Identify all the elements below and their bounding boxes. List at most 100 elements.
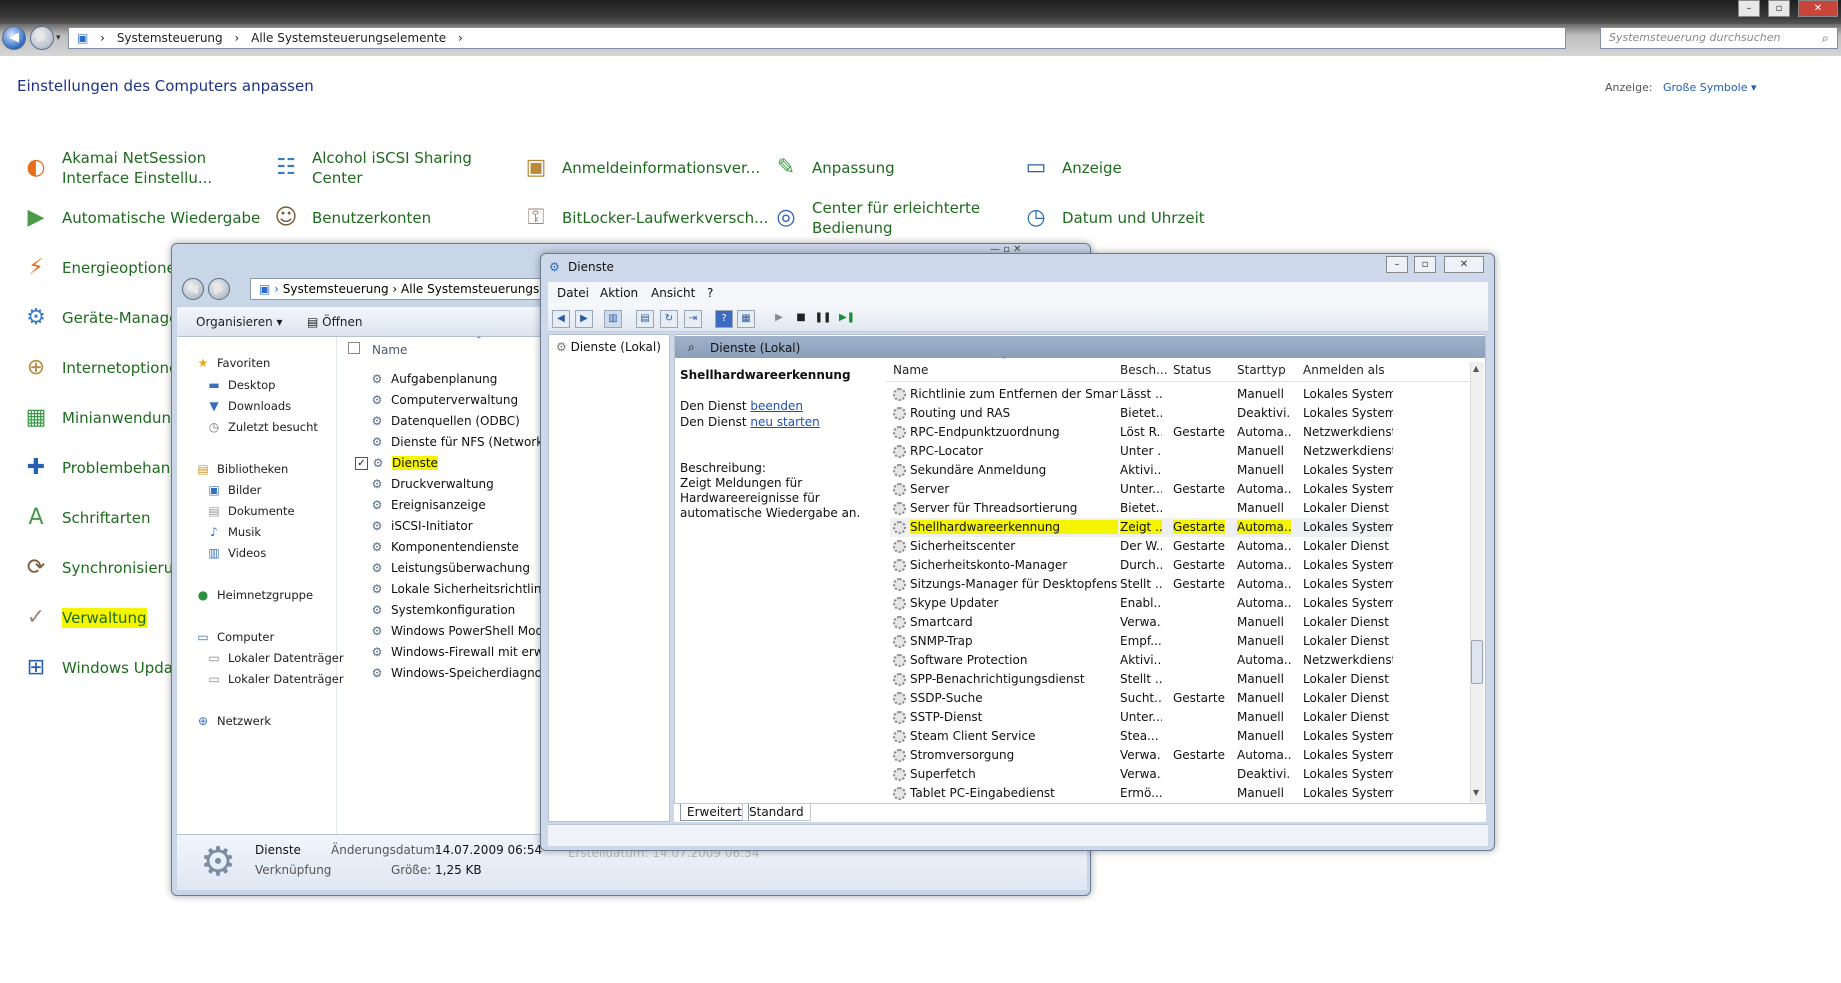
explorer-forward-button[interactable]: ▶: [208, 278, 230, 300]
service-row[interactable]: RPC-Locator Unter ... Manuell Netzwerkdiens…: [890, 442, 1393, 461]
cp-item-datum[interactable]: ◷ Datum und Uhrzeit: [1020, 196, 1204, 240]
service-row[interactable]: Skype Updater Enabl... Automa... Lokales Sy…: [890, 594, 1393, 613]
forward-button[interactable]: ▶: [30, 26, 54, 50]
restart-icon[interactable]: ▶❚: [838, 310, 856, 328]
export-icon[interactable]: ⇥: [684, 310, 702, 328]
file-item[interactable]: ⚙ Systemkonfiguration: [370, 603, 516, 617]
cp-item-alcohol[interactable]: ☷ Alcohol iSCSI Sharing Center: [270, 146, 472, 190]
close-button[interactable]: ✕: [1798, 0, 1838, 17]
restart-service-link[interactable]: neu starten: [750, 415, 819, 429]
file-item[interactable]: ⚙ Datenquellen (ODBC): [370, 414, 520, 428]
services-minimize-button[interactable]: –: [1386, 256, 1408, 273]
cp-item-center[interactable]: ◎ Center für erleichterte Bedienung: [770, 196, 980, 240]
file-item[interactable]: ✓ ⚙ Dienste: [355, 456, 438, 470]
tree-favorites[interactable]: ★ Favoriten: [196, 356, 271, 370]
breadcrumb-alle-elemente[interactable]: Alle Systemsteuerungselemente: [251, 28, 446, 48]
file-item[interactable]: ⚙ iSCSI-Initiator: [370, 519, 473, 533]
cp-item-geräte-manager[interactable]: ⚙ Geräte-Manager: [20, 296, 184, 340]
tab-standard[interactable]: Standard: [742, 804, 811, 821]
recent-pages-icon[interactable]: ▾: [56, 33, 61, 43]
tree-music[interactable]: ♪ Musik: [207, 525, 261, 539]
file-item[interactable]: ⚙ Komponentendienste: [370, 540, 519, 554]
explorer-back-button[interactable]: ◀: [182, 278, 204, 300]
column-starttype[interactable]: Starttyp: [1237, 363, 1286, 377]
cp-item-anpassung[interactable]: ✎ Anpassung: [770, 146, 895, 190]
cp-item-windows[interactable]: ⊞ Windows Update: [20, 646, 188, 690]
service-row[interactable]: Routing und RAS Bietet... Deaktivi... Lokal…: [890, 404, 1393, 423]
service-row[interactable]: RPC-Endpunktzuordnung Löst R... Gestartet A…: [890, 423, 1393, 442]
file-item[interactable]: ⚙ Aufgabenplanung: [370, 372, 498, 386]
help-icon[interactable]: ?: [715, 310, 733, 328]
tree-drive-2[interactable]: ▭ Lokaler Datenträger: [207, 672, 343, 686]
address-bar[interactable]: ▣ › Systemsteuerung › Alle Systemsteueru…: [68, 27, 1566, 49]
cp-item-automatische[interactable]: ▶ Automatische Wiedergabe: [20, 196, 261, 240]
tree-desktop[interactable]: ▬ Desktop: [207, 378, 275, 392]
file-item[interactable]: ⚙ Windows PowerShell Modul: [370, 624, 554, 638]
column-logon[interactable]: Anmelden als: [1303, 363, 1385, 377]
cp-item-energieoptionen[interactable]: ⚡ Energieoptionen: [20, 246, 185, 290]
breadcrumb-alle-elemente[interactable]: Alle Systemsteuerungselem: [401, 282, 549, 296]
maximize-button[interactable]: ▫: [1768, 0, 1790, 17]
service-row[interactable]: Sekundäre Anmeldung Aktivi... Manuell Lokal…: [890, 461, 1393, 480]
cp-item-bitlocker-laufwerkversch[interactable]: ⚿ BitLocker-Laufwerkversch...: [520, 196, 769, 240]
column-status[interactable]: Status: [1173, 363, 1211, 377]
column-description[interactable]: Besch...: [1120, 363, 1168, 377]
file-item[interactable]: ⚙ Windows-Speicherdiagnose: [370, 666, 556, 680]
scrollbar-thumb[interactable]: [1471, 640, 1483, 684]
menu-aktion[interactable]: Aktion: [600, 286, 638, 300]
search-icon[interactable]: ⌕: [1822, 31, 1829, 46]
file-item[interactable]: ⚙ Ereignisanzeige: [370, 498, 486, 512]
properties-icon[interactable]: ▤: [636, 310, 654, 328]
pause-icon[interactable]: ❚❚: [814, 310, 832, 328]
explorer-address-bar[interactable]: ▣ › Systemsteuerung › Alle Systemsteueru…: [250, 278, 550, 300]
cp-item-benutzerkonten[interactable]: ☺ Benutzerkonten: [270, 196, 432, 240]
tree-downloads[interactable]: ▼ Downloads: [207, 399, 291, 413]
menu-help[interactable]: ?: [707, 286, 713, 300]
file-item[interactable]: ⚙ Dienste für NFS (Network Fil: [370, 435, 560, 449]
service-row[interactable]: Tablet PC-Eingabedienst Ermö... Manuell Lok…: [890, 784, 1393, 803]
cp-item-anzeige[interactable]: ▭ Anzeige: [1020, 146, 1122, 190]
back-button[interactable]: ◀: [2, 26, 26, 50]
organize-button[interactable]: Organisieren ▾: [196, 315, 283, 329]
file-item[interactable]: ⚙ Lokale Sicherheitsrichtlinie: [370, 582, 553, 596]
file-item[interactable]: ⚙ Leistungsüberwachung: [370, 561, 530, 575]
tree-videos[interactable]: ▥ Videos: [207, 546, 266, 560]
service-row[interactable]: Steam Client Service Stea... Manuell Lokale…: [890, 727, 1393, 746]
search-input[interactable]: Systemsteuerung durchsuchen: [1600, 27, 1838, 49]
stop-service-link[interactable]: beenden: [750, 399, 803, 413]
select-all-checkbox[interactable]: [348, 342, 360, 354]
file-item[interactable]: ⚙ Windows-Firewall mit erweit: [370, 645, 559, 659]
service-row[interactable]: Server Unter... Gestartet Automa... Lokales …: [890, 480, 1393, 499]
service-row[interactable]: Sicherheitskonto-Manager Durch... Gestarte…: [890, 556, 1393, 575]
open-button[interactable]: ▤ Öffnen: [307, 315, 362, 329]
service-row[interactable]: Smartcard Verwa... Manuell Lokaler Dienst: [890, 613, 1390, 632]
menu-datei[interactable]: Datei: [557, 286, 589, 300]
services-maximize-button[interactable]: ▫: [1414, 256, 1436, 273]
tree-computer[interactable]: ▭ Computer: [196, 630, 274, 644]
cp-item-verwaltung[interactable]: ✓ Verwaltung: [20, 596, 147, 640]
service-row[interactable]: Server für Threadsortierung Bietet... Manu…: [890, 499, 1390, 518]
tree-pictures[interactable]: ▣ Bilder: [207, 483, 261, 497]
service-row[interactable]: Software Protection Aktivi... Automa... Net…: [890, 651, 1393, 670]
view-dropdown[interactable]: Große Symbole ▾: [1663, 81, 1757, 94]
back-arrow-icon[interactable]: ◀: [552, 310, 570, 328]
tree-drive-1[interactable]: ▭ Lokaler Datenträger: [207, 651, 343, 665]
tree-item-services-local[interactable]: ⚙ Dienste (Lokal): [556, 340, 661, 354]
services-scrollbar[interactable]: [1470, 362, 1484, 802]
breadcrumb-systemsteuerung[interactable]: Systemsteuerung: [283, 282, 389, 296]
column-name[interactable]: Name: [893, 363, 928, 377]
file-item[interactable]: ⚙ Druckverwaltung: [370, 477, 494, 491]
file-item[interactable]: ⚙ Computerverwaltung: [370, 393, 519, 407]
service-row[interactable]: SSTP-Dienst Unter... Manuell Lokaler Dienst: [890, 708, 1390, 727]
forward-arrow-icon[interactable]: ▶: [575, 310, 593, 328]
cp-item-anmeldeinformationsver[interactable]: ▣ Anmeldeinformationsver...: [520, 146, 761, 190]
cp-item-internetoptionen[interactable]: ⊕ Internetoptionen: [20, 346, 188, 390]
service-row[interactable]: SNMP-Trap Empf... Manuell Lokaler Dienst: [890, 632, 1390, 651]
service-row[interactable]: Sicherheitscenter Der W... Gestartet Automa…: [890, 537, 1390, 556]
cp-item-schriftarten[interactable]: A Schriftarten: [20, 496, 150, 540]
tree-recent[interactable]: ◷ Zuletzt besucht: [207, 420, 318, 434]
service-row[interactable]: Sitzungs-Manager für Desktopfenste... Ste…: [890, 575, 1393, 594]
view-icon[interactable]: ▦: [737, 310, 755, 328]
services-close-button[interactable]: ✕: [1444, 256, 1484, 273]
scroll-up-icon[interactable]: ▲: [1473, 364, 1479, 373]
